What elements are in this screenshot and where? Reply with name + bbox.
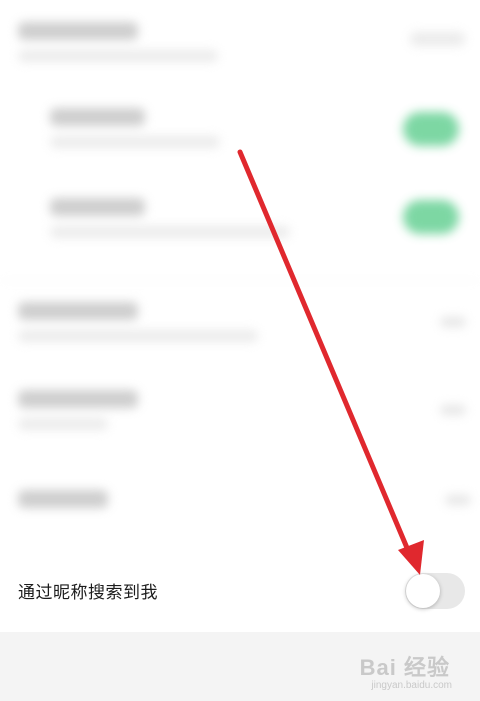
search-by-nickname-label: 通过昵称搜索到我 — [18, 583, 158, 603]
toggle-knob — [406, 574, 440, 608]
search-by-nickname-toggle[interactable] — [405, 573, 465, 609]
watermark-url: jingyan.baidu.com — [371, 680, 452, 691]
baidu-jingyan-watermark: Bai 经验 — [359, 655, 450, 680]
blurred-settings-list — [0, 0, 480, 545]
blurred-row — [0, 178, 480, 268]
blurred-row — [0, 0, 480, 80]
blurred-row — [0, 282, 480, 366]
blurred-row — [0, 372, 480, 456]
blurred-row — [0, 470, 480, 540]
blurred-row — [0, 88, 480, 178]
